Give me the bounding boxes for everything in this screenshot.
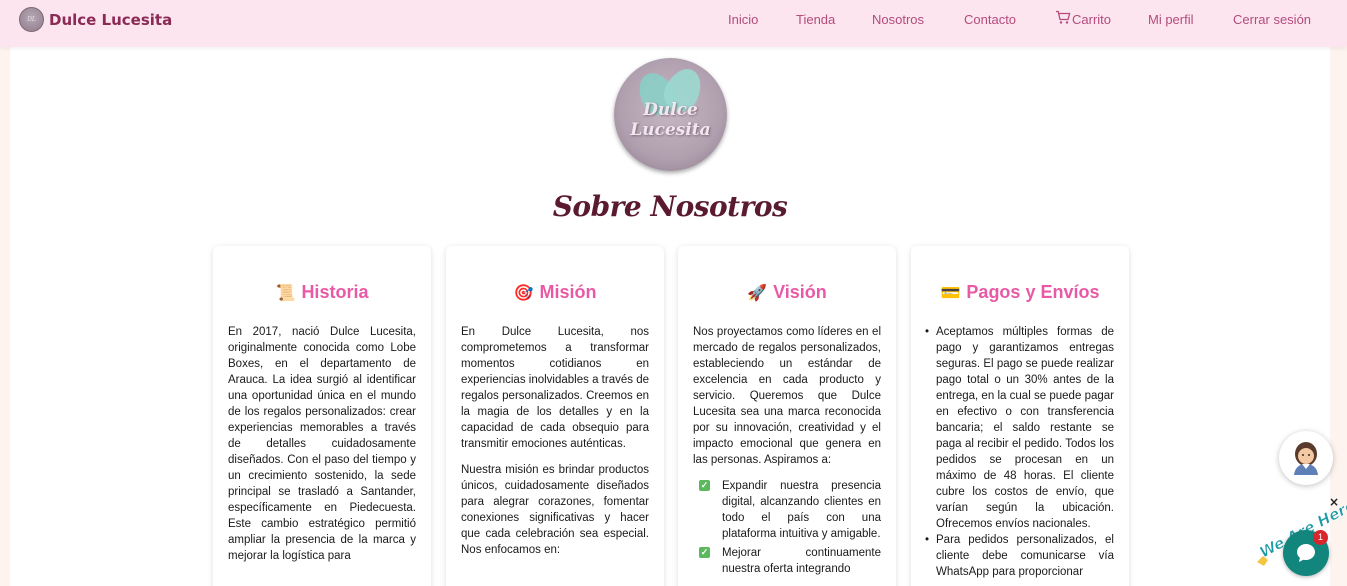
nav-inicio[interactable]: Inicio <box>728 12 758 27</box>
card-historia: 📜 Historia En 2017, nació Dulce Lucesita,… <box>213 246 431 586</box>
hero-logo-line1: Dulce <box>643 100 698 120</box>
nav-contacto[interactable]: Contacto <box>964 12 1016 27</box>
nav-carrito-label: Carrito <box>1072 12 1112 27</box>
card-mision: 🎯 Misión En Dulce Lucesita, nos compromet… <box>446 246 664 586</box>
chat-agent-avatar[interactable] <box>1279 431 1333 485</box>
checkmark-icon: ✓ <box>699 480 710 491</box>
nav-logout[interactable]: Cerrar sesión <box>1233 12 1311 27</box>
card-title: 🎯 Misión <box>513 282 597 302</box>
card-title: 💳 Pagos y Envíos <box>940 282 1100 302</box>
card-paragraph: En Dulce Lucesita, nos comprometemos a t… <box>461 326 649 450</box>
card-body: Aceptamos múltiples formas de pago y gar… <box>925 324 1114 580</box>
target-icon: 🎯 <box>513 285 534 302</box>
list-item: Aceptamos múltiples formas de pago y gar… <box>925 324 1114 532</box>
navbar: DL Dulce Lucesita Inicio Tienda Nosotros… <box>0 0 1347 47</box>
about-section: Dulce Lucesita Sobre Nosotros 📜 Historia … <box>10 47 1330 586</box>
brand-link[interactable]: DL Dulce Lucesita <box>19 7 172 32</box>
page-title: Sobre Nosotros <box>552 190 788 223</box>
close-icon[interactable]: × <box>1329 495 1339 509</box>
rocket-icon: 🚀 <box>747 285 768 302</box>
nav-carrito[interactable]: Carrito <box>1055 10 1111 27</box>
card-title: 🚀 Visión <box>747 282 827 302</box>
scroll-icon: 📜 <box>275 285 296 302</box>
brand-logo: DL <box>19 7 44 32</box>
hero-logo-line2: Lucesita <box>630 120 711 140</box>
card-body: Nos proyectamos como líderes en el merca… <box>693 324 881 580</box>
card-pagos: 💳Pagos y Envíos Aceptamos múltiples form… <box>911 246 1129 586</box>
nav-perfil[interactable]: Mi perfil <box>1148 12 1194 27</box>
card-title: 📜 Historia <box>275 282 369 302</box>
card-paragraph: Nuestra misión es brindar productos únic… <box>461 464 649 556</box>
card-vision: 🚀 Visión Nos proyectamos como líderes en … <box>678 246 896 586</box>
check-list-item: ✓ Mejorar continuamente nuestra oferta i… <box>699 547 881 575</box>
nav-tienda[interactable]: Tienda <box>796 12 835 27</box>
card-paragraph: En 2017, nació Dulce Lucesita, originalm… <box>228 326 416 562</box>
credit-card-icon: 💳 <box>940 285 961 302</box>
cart-icon <box>1056 10 1071 24</box>
hero-logo: Dulce Lucesita <box>614 58 727 171</box>
checkmark-icon: ✓ <box>699 547 710 558</box>
nav-nosotros[interactable]: Nosotros <box>872 12 924 27</box>
card-body: En 2017, nació Dulce Lucesita, originalm… <box>228 324 416 574</box>
card-body: En Dulce Lucesita, nos comprometemos a t… <box>461 324 649 568</box>
unread-badge: 1 <box>1313 530 1328 545</box>
chat-icon <box>1297 544 1315 562</box>
card-paragraph: Nos proyectamos como líderes en el merca… <box>693 326 881 466</box>
list-item: Para pedidos personalizados, el cliente … <box>925 532 1114 580</box>
agent-icon <box>1294 442 1318 475</box>
check-list-item: ✓ Expandir nuestra presencia digital, al… <box>699 480 881 540</box>
brand-name: Dulce Lucesita <box>49 10 173 29</box>
